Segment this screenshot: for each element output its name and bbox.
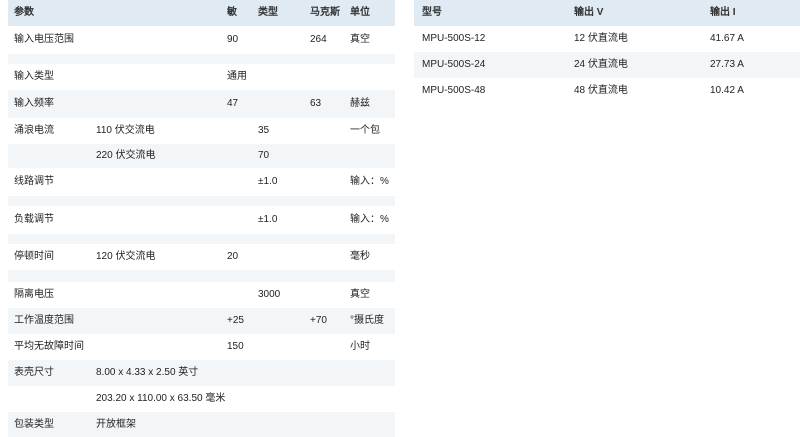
specs-cell-min: 通用 — [227, 71, 247, 82]
specs-cell-max: +70 — [310, 315, 327, 326]
specs-cell-sub: 220 伏交流电 — [96, 150, 156, 161]
specs-header-row: 参数 敏 类型 马克斯 单位 — [8, 0, 395, 26]
specifications-table: 参数敏类型 马克斯 单位 输入电压范围 90 264 真空 输入类型 通用 输入频率 47 63 赫兹涌… — [8, 0, 395, 437]
models-cell-vout: 48 伏直流电 — [574, 85, 628, 96]
specs-cell-param: 输入类型 — [14, 71, 54, 82]
models-header-model: 型号 — [422, 7, 442, 18]
models-header-vout: 输出 V — [574, 7, 604, 18]
specs-cell-unit: 输入：% — [350, 214, 389, 225]
models-cell-vout: 12 伏直流电 — [574, 33, 628, 44]
models-cell-iout: 10.42 A — [710, 85, 744, 96]
specs-cell-unit: 毫秒 — [350, 251, 370, 262]
specs-row: 203.20 x 110.00 x 63.50 毫米 — [8, 386, 395, 412]
specs-row: 表壳尺寸 8.00 x 4.33 x 2.50 英寸 — [8, 360, 395, 386]
specs-cell-sub: 120 伏交流电 — [96, 251, 156, 262]
specs-row: 负载调节 ±1.0 输入：% — [8, 206, 395, 234]
specs-cell-min: 47 — [227, 98, 239, 109]
specs-row: 工作温度范围 +25 +70 °摄氏度 — [8, 308, 395, 334]
models-cell-iout: 27.73 A — [710, 59, 744, 70]
specs-row: 线路调节 ±1.0 输入：% — [8, 168, 395, 196]
models-header-row: 型号 输出 V 输出 I — [414, 0, 800, 26]
specs-cell-max: 264 — [310, 34, 327, 45]
specs-cell-max: 63 — [310, 98, 322, 109]
specs-cell-type: 70 — [258, 150, 270, 161]
specs-cell-sub: 110 伏交流电 — [96, 125, 155, 136]
models-cell-model: MPU-500S-12 — [422, 33, 486, 44]
specs-cell-unit: 一个包 — [350, 125, 380, 136]
specs-cell-unit: 真空 — [350, 289, 370, 300]
specs-row — [8, 234, 395, 244]
models-cell-vout: 24 伏直流电 — [574, 59, 628, 70]
models-row: MPU-500S-48 48 伏直流电 10.42 A — [414, 78, 800, 104]
models-cell-model: MPU-500S-24 — [422, 59, 486, 70]
specs-cell-param: 线路调节 — [14, 176, 54, 187]
specs-header-unit: 单位 — [350, 7, 370, 18]
specs-cell-unit: 小时 — [350, 341, 370, 352]
specs-cell-type: 3000 — [258, 289, 281, 300]
specs-cell-param: 负载调节 — [14, 214, 54, 225]
specs-cell-min: 20 — [227, 251, 239, 262]
models-cell-model: MPU-500S-48 — [422, 85, 486, 96]
specs-cell-unit: 输入：% — [350, 176, 389, 187]
specs-cell-param: 包装类型 — [14, 419, 54, 430]
specs-cell-param: 涌浪电流 — [14, 125, 54, 136]
specs-cell-type: ±1.0 — [258, 176, 278, 187]
specs-cell-unit: 赫兹 — [350, 98, 370, 109]
specs-row: 涌浪电流 110 伏交流电 35 一个包 — [8, 118, 395, 144]
specs-row — [8, 196, 395, 206]
specs-cell-sub: 203.20 x 110.00 x 63.50 毫米 — [96, 393, 226, 404]
specs-cell-unit: 真空 — [350, 34, 370, 45]
specs-row: 输入频率 47 63 赫兹 — [8, 90, 395, 118]
specs-row — [8, 54, 395, 64]
specs-header-min: 敏 — [227, 7, 237, 18]
specs-row — [8, 270, 395, 282]
specs-row: 220 伏交流电 70 — [8, 144, 395, 168]
specs-cell-param: 工作温度范围 — [14, 315, 74, 326]
specs-cell-param: 输入电压范围 — [14, 34, 74, 45]
models-cell-iout: 41.67 A — [710, 33, 744, 44]
specs-row: 输入类型 通用 — [8, 64, 395, 90]
specs-row: 包装类型 开放框架 — [8, 412, 395, 437]
models-row: MPU-500S-12 12 伏直流电 41.67 A — [414, 26, 800, 52]
models-header-iout: 输出 I — [710, 7, 736, 18]
specs-cell-param: 表壳尺寸 — [14, 367, 54, 378]
specs-cell-param: 停顿时间 — [14, 251, 54, 262]
specs-cell-param: 输入频率 — [14, 98, 54, 109]
specs-row: 平均无故障时间 150 小时 — [8, 334, 395, 360]
specs-header-type: 类型 — [258, 7, 278, 18]
models-table: 型号 输出 V 输出 I MPU-500S-12 12 伏直流电 41.67 A MPU-5… — [414, 0, 800, 104]
specs-cell-param: 平均无故障时间 — [14, 341, 84, 352]
specs-cell-sub: 开放框架 — [96, 419, 136, 430]
specs-row: 输入电压范围 90 264 真空 — [8, 26, 395, 54]
specs-cell-min: 90 — [227, 34, 239, 45]
specs-header-param: 参数 — [14, 7, 34, 18]
specs-cell-sub: 8.00 x 4.33 x 2.50 英寸 — [96, 367, 199, 378]
specs-cell-unit: °摄氏度 — [350, 315, 384, 326]
specs-cell-min: 150 — [227, 341, 244, 352]
specs-cell-type: 35 — [258, 125, 270, 136]
specs-row: 隔离电压 3000 真空 — [8, 282, 395, 308]
specs-header-max: 马克斯 — [310, 7, 340, 18]
specs-cell-type: ±1.0 — [258, 214, 278, 225]
specs-cell-min: +25 — [227, 315, 244, 326]
models-row: MPU-500S-24 24 伏直流电 27.73 A — [414, 52, 800, 78]
specs-row: 停顿时间 120 伏交流电 20 毫秒 — [8, 244, 395, 270]
specs-cell-param: 隔离电压 — [14, 289, 54, 300]
